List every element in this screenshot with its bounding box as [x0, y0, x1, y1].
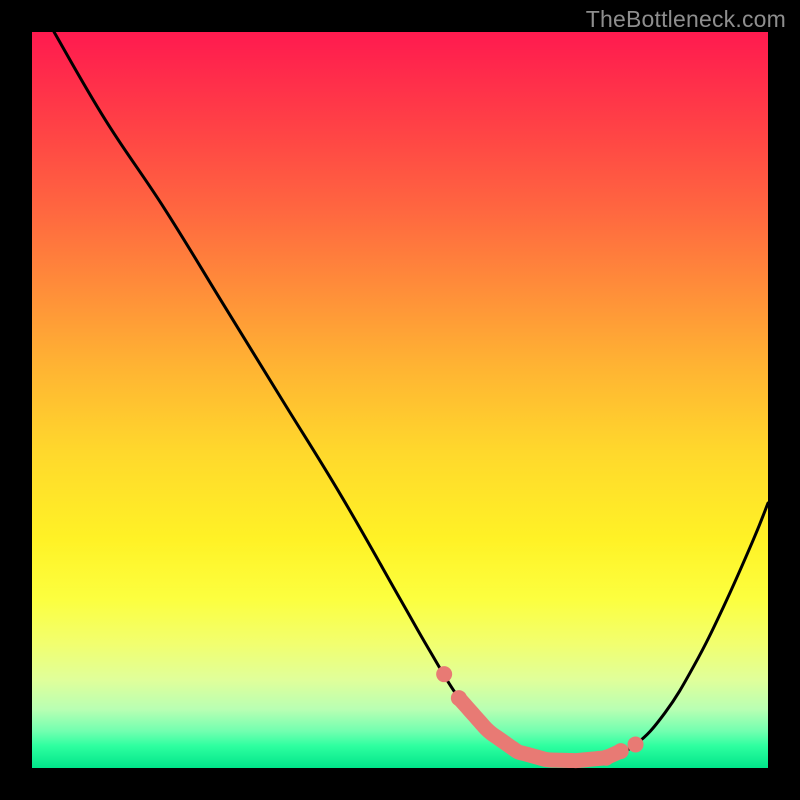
curve-svg — [32, 32, 768, 768]
highlight-dot — [598, 750, 614, 766]
highlight-dot — [436, 666, 452, 682]
highlight-dot — [451, 690, 467, 706]
highlight-dot — [613, 743, 629, 759]
watermark-text: TheBottleneck.com — [586, 6, 786, 33]
optimal-range-highlight — [459, 698, 621, 761]
plot-area — [32, 32, 768, 768]
chart-frame: TheBottleneck.com — [0, 0, 800, 800]
highlight-dot — [628, 736, 644, 752]
bottleneck-curve — [54, 32, 768, 761]
